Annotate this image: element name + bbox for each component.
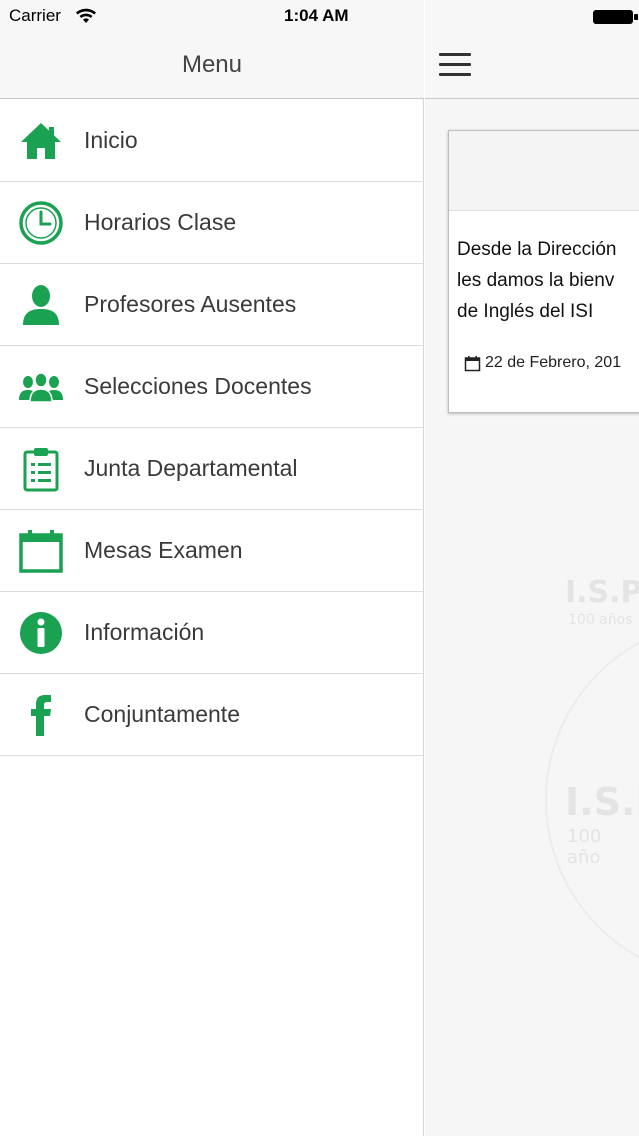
side-menu: Menu Inicio Horarios Clase Profesores Au… bbox=[0, 0, 424, 1136]
news-date-text: 22 de Febrero, 201 bbox=[485, 354, 622, 371]
menu-item-label: Información bbox=[84, 619, 205, 645]
menu-item-conjuntamente[interactable]: Conjuntamente bbox=[0, 674, 424, 756]
menu-item-label: Selecciones Docentes bbox=[84, 373, 312, 399]
menu-item-horarios-clase[interactable]: Horarios Clase bbox=[0, 182, 424, 264]
status-time: 1:04 AM bbox=[284, 6, 349, 25]
menu-title: Menu bbox=[181, 51, 243, 78]
info-icon bbox=[20, 612, 62, 654]
news-card-header bbox=[449, 131, 639, 211]
news-text-line: de Inglés del ISI bbox=[457, 301, 594, 322]
watermark-text: 100 años bbox=[568, 612, 633, 628]
menu-list: Inicio Horarios Clase Profesores Ausente… bbox=[0, 100, 424, 756]
menu-item-informacion[interactable]: Información bbox=[0, 592, 424, 674]
carrier-label: Carrier bbox=[9, 6, 61, 25]
menu-item-profesores-ausentes[interactable]: Profesores Ausentes bbox=[0, 264, 424, 346]
news-date: 22 de Febrero, 201 bbox=[464, 354, 621, 372]
status-bar: Carrier 1:04 AM bbox=[0, 0, 639, 34]
menu-item-label: Junta Departamental bbox=[84, 455, 298, 481]
menu-item-label: Profesores Ausentes bbox=[84, 291, 297, 317]
person-icon bbox=[23, 285, 59, 325]
home-icon bbox=[21, 123, 61, 159]
group-icon bbox=[19, 372, 63, 403]
menu-item-junta-departamental[interactable]: Junta Departamental bbox=[0, 428, 424, 510]
menu-item-label: Conjuntamente bbox=[84, 701, 240, 727]
wifi-icon bbox=[76, 8, 96, 23]
menu-item-label: Mesas Examen bbox=[84, 537, 243, 563]
hamburger-menu-icon[interactable] bbox=[439, 53, 471, 77]
facebook-icon bbox=[31, 695, 51, 736]
watermark-text: I.S.F bbox=[565, 780, 639, 824]
menu-item-mesas-examen[interactable]: Mesas Examen bbox=[0, 510, 424, 592]
clock-icon bbox=[19, 201, 63, 245]
clipboard-icon bbox=[23, 448, 59, 492]
news-text-line: les damos la bienv bbox=[457, 270, 615, 291]
menu-item-inicio[interactable]: Inicio bbox=[0, 100, 424, 182]
calendar-icon bbox=[19, 530, 63, 573]
menu-item-selecciones-docentes[interactable]: Selecciones Docentes bbox=[0, 346, 424, 428]
content-panel: I.S.P 100 años I.S.F 100 año Desde la Di… bbox=[425, 0, 639, 1136]
menu-item-label: Horarios Clase bbox=[84, 209, 237, 235]
battery-icon bbox=[593, 10, 638, 24]
watermark-text: I.S.P bbox=[565, 575, 639, 610]
news-text-line: Desde la Dirección bbox=[457, 239, 617, 260]
menu-item-label: Inicio bbox=[84, 127, 138, 153]
watermark-text: 100 año bbox=[567, 826, 602, 868]
calendar-small-icon bbox=[464, 355, 481, 371]
